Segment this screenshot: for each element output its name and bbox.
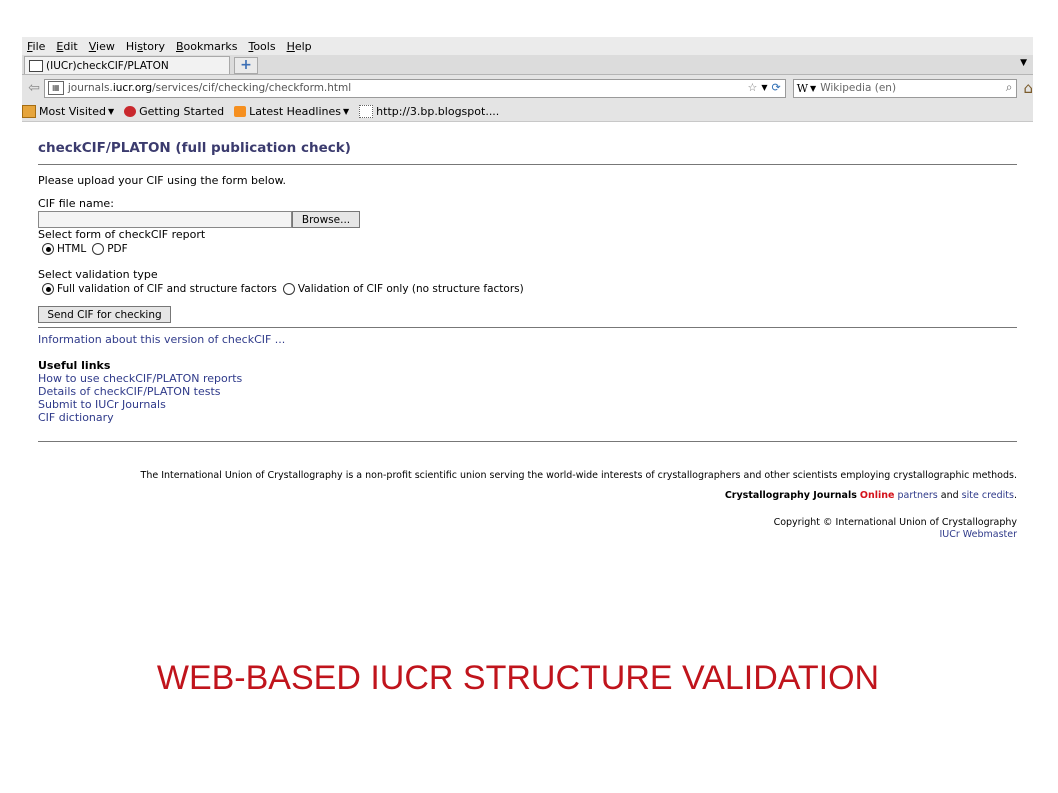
online-label: Online [859, 490, 895, 501]
browse-button[interactable]: Browse... [292, 211, 360, 228]
bookmark-star-icon[interactable]: ☆ [747, 81, 757, 95]
menu-help[interactable]: Help [287, 40, 312, 53]
copyright: Copyright © International Union of Cryst… [773, 517, 1017, 528]
wikipedia-icon[interactable]: W [797, 82, 808, 95]
bookmarks-toolbar: Most Visited ▼ Getting Started Latest Hea… [22, 101, 1033, 122]
search-engine-dropdown-icon[interactable]: ▼ [810, 84, 816, 93]
bookmark-label: Most Visited [39, 104, 106, 118]
send-cif-button[interactable]: Send CIF for checking [38, 306, 171, 323]
bookmark-getting-started[interactable]: Getting Started [124, 105, 224, 118]
bookmark-most-visited[interactable]: Most Visited ▼ [22, 104, 115, 118]
link-submit-journals[interactable]: Submit to IUCr Journals [38, 398, 1017, 411]
footer-journals-line: Crystallography Journals Online partners… [38, 490, 1017, 501]
period-text: . [1013, 490, 1017, 501]
search-bar[interactable]: W ▼ Wikipedia (en) ⌕ [792, 78, 1018, 98]
page-content: checkCIF/PLATON (full publication check)… [22, 140, 1033, 540]
menu-history[interactable]: History [126, 40, 165, 53]
bookmark-label: http://3.bp.blogspot.... [376, 104, 500, 118]
divider [38, 164, 1017, 165]
file-upload-row: Browse... [38, 211, 1017, 228]
favicon-icon [29, 59, 43, 72]
dropdown-caret-icon: ▼ [343, 106, 350, 116]
url-path: /services/cif/checking/checkform.html [152, 82, 352, 94]
new-tab-button[interactable]: + [234, 57, 258, 74]
divider [38, 441, 1017, 442]
bookmark-label: Latest Headlines [249, 104, 341, 118]
folder-icon [22, 104, 36, 118]
and-text: and [940, 490, 959, 501]
menu-tools[interactable]: Tools [248, 40, 275, 53]
link-details-tests[interactable]: Details of checkCIF/PLATON tests [38, 385, 1017, 398]
menu-bookmarks[interactable]: Bookmarks [176, 40, 237, 53]
page-title: checkCIF/PLATON (full publication check) [38, 140, 351, 156]
cif-file-label: CIF file name: [38, 197, 114, 210]
url-history-dropdown-icon[interactable]: ▼ [761, 81, 767, 95]
back-arrow-icon[interactable]: ⇦ [24, 80, 44, 96]
radio-pdf-label: PDF [107, 243, 128, 255]
rss-icon [234, 105, 247, 117]
search-icon[interactable]: ⌕ [1006, 80, 1013, 95]
url-domain-prefix: journals. [67, 82, 113, 94]
page-icon [359, 104, 374, 118]
site-identity-icon[interactable]: ▦ [47, 81, 64, 95]
info-link[interactable]: Information about this version of checkC… [38, 333, 1017, 346]
useful-links-heading: Useful links [38, 359, 111, 372]
tab-checkcif[interactable]: (IUCr)checkCIF/PLATON [24, 56, 230, 74]
home-icon[interactable]: ⌂ [1023, 79, 1033, 97]
footer-statement: The International Union of Crystallograp… [140, 470, 1017, 481]
address-bar[interactable]: ▦ journals. iucr.org/services/cif/checkin… [43, 78, 786, 98]
slide-title: WEB-BASED IUCR STRUCTURE VALIDATION [156, 659, 880, 697]
cif-file-input[interactable] [38, 211, 292, 228]
radio-full-validation[interactable] [42, 283, 54, 295]
journals-name: Crystallography Journals [724, 490, 857, 501]
dropdown-caret-icon: ▼ [107, 106, 115, 116]
report-form-options: HTML PDF [42, 243, 1017, 255]
validation-type-options: Full validation of CIF and structure fac… [42, 283, 1017, 295]
bookmark-blogspot[interactable]: http://3.bp.blogspot.... [359, 104, 500, 118]
tab-bar: (IUCr)checkCIF/PLATON + ▼ [22, 55, 1033, 75]
navigation-bar: ⇦ ▦ journals. iucr.org/services/cif/check… [22, 75, 1033, 101]
bookmark-label: Getting Started [139, 104, 225, 118]
site-credits-link[interactable]: site credits [962, 490, 1014, 501]
menu-bar: File Edit View History Bookmarks Tools H… [22, 37, 1033, 55]
getting-started-icon [124, 105, 137, 117]
validation-type-label: Select validation type [38, 268, 158, 281]
webmaster-link[interactable]: IUCr Webmaster [939, 529, 1017, 540]
link-how-to-use[interactable]: How to use checkCIF/PLATON reports [38, 372, 1017, 385]
link-cif-dictionary[interactable]: CIF dictionary [38, 411, 1017, 424]
radio-cif-only-label: Validation of CIF only (no structure fac… [297, 283, 524, 295]
radio-full-validation-label: Full validation of CIF and structure fac… [57, 283, 277, 295]
reload-icon[interactable]: ⟳ [772, 81, 781, 95]
intro-text: Please upload your CIF using the form be… [38, 174, 287, 187]
tab-list-dropdown-icon[interactable]: ▼ [1020, 58, 1027, 68]
search-placeholder: Wikipedia (en) [820, 82, 897, 94]
tab-title: (IUCr)checkCIF/PLATON [46, 59, 169, 72]
bookmark-latest-headlines[interactable]: Latest Headlines ▼ [234, 105, 349, 118]
partners-link[interactable]: partners [898, 490, 938, 501]
divider [38, 327, 1017, 328]
radio-html[interactable] [42, 243, 54, 255]
report-form-label: Select form of checkCIF report [38, 228, 206, 241]
radio-cif-only[interactable] [282, 283, 295, 295]
menu-edit[interactable]: Edit [56, 40, 77, 53]
menu-view[interactable]: View [89, 40, 115, 53]
url-domain: iucr.org [112, 82, 153, 94]
radio-html-label: HTML [57, 243, 87, 255]
menu-file[interactable]: File [27, 40, 45, 53]
radio-pdf[interactable] [92, 243, 105, 255]
browser-window: File Edit View History Bookmarks Tools H… [22, 37, 1033, 540]
